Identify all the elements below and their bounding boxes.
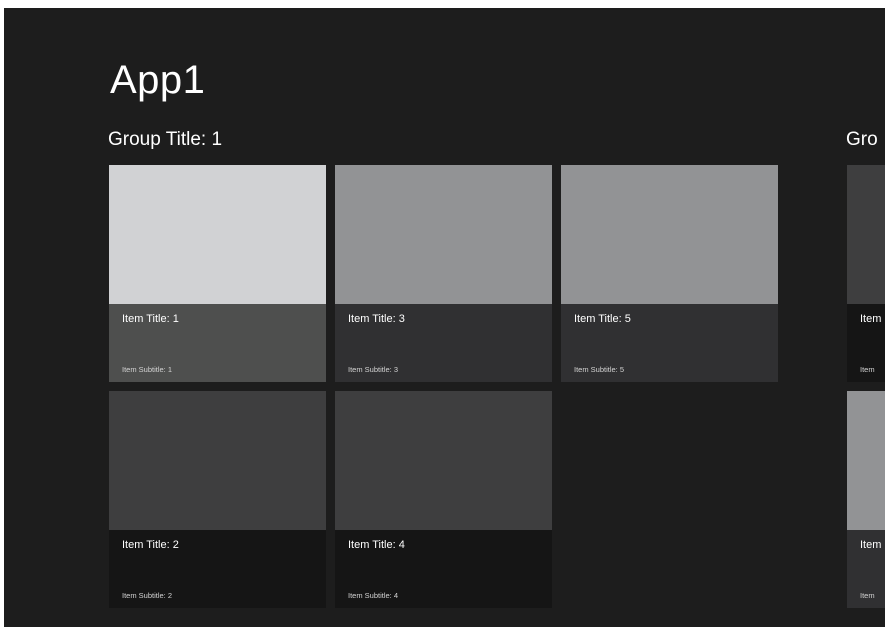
item-image [335,165,552,304]
item-caption: Item Title: 4 Item Subtitle: 4 [335,530,552,608]
item-caption: Item Item [847,530,885,608]
item-title: Item Title: 1 [122,313,179,325]
item-caption: Item Title: 5 Item Subtitle: 5 [561,304,778,382]
item-subtitle: Item Subtitle: 2 [122,591,173,600]
item-subtitle: Item [860,591,875,600]
item-image [561,165,778,304]
item-title: Item Title: 5 [574,313,631,325]
group-header-2[interactable]: Gro [846,128,878,152]
group-header-1[interactable]: Group Title: 1 [108,128,222,152]
item-caption: Item Title: 2 Item Subtitle: 2 [109,530,326,608]
item-subtitle: Item Subtitle: 3 [348,365,399,374]
item-title: Item Title: 2 [122,539,179,551]
item-caption: Item Title: 1 Item Subtitle: 1 [109,304,326,382]
item-tile-group2-2[interactable]: Item Item [847,391,885,608]
item-tile-1[interactable]: Item Title: 1 Item Subtitle: 1 [109,165,326,382]
item-caption: Item Title: 3 Item Subtitle: 3 [335,304,552,382]
app-window: App1 Group Title: 1 Item Title: 1 Item S… [4,8,885,627]
page-title: App1 [110,58,206,102]
item-tile-5[interactable]: Item Title: 5 Item Subtitle: 5 [561,165,778,382]
item-image [847,165,885,304]
item-image [109,391,326,530]
item-image [847,391,885,530]
item-title: Item [860,539,882,551]
item-image [109,165,326,304]
item-subtitle: Item Subtitle: 5 [574,365,625,374]
item-caption: Item Item [847,304,885,382]
item-tile-2[interactable]: Item Title: 2 Item Subtitle: 2 [109,391,326,608]
item-title: Item [860,313,882,325]
item-title: Item Title: 3 [348,313,405,325]
item-image [335,391,552,530]
item-subtitle: Item [860,365,875,374]
item-tile-group2-1[interactable]: Item Item [847,165,885,382]
item-subtitle: Item Subtitle: 4 [348,591,399,600]
item-tile-4[interactable]: Item Title: 4 Item Subtitle: 4 [335,391,552,608]
item-tile-3[interactable]: Item Title: 3 Item Subtitle: 3 [335,165,552,382]
item-title: Item Title: 4 [348,539,405,551]
item-subtitle: Item Subtitle: 1 [122,365,173,374]
